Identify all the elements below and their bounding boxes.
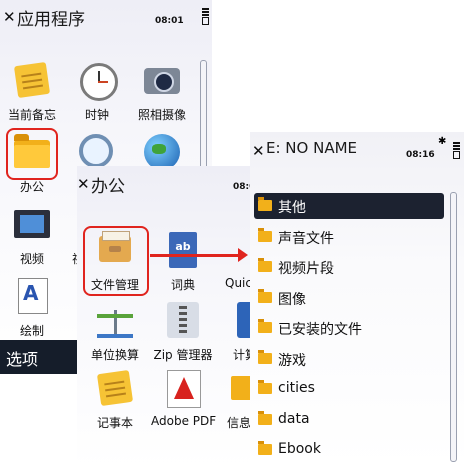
folder-icon [258, 441, 272, 455]
folder-name: 游戏 [278, 352, 306, 369]
folder-icon [258, 197, 272, 211]
folder-icon [258, 410, 272, 425]
app-tile-unit-converter[interactable]: 单位换算 [83, 300, 147, 363]
app-label: 单位换算 [90, 348, 139, 362]
app-tile-office[interactable]: 办公 [0, 132, 64, 195]
file-manager-screen: ✕ E: NO NAME 08:16 ✱ 其他声音文件视频片段图像已安装的文件游… [250, 132, 464, 468]
folder-row[interactable]: cities [254, 376, 444, 402]
folder-name: 视频片段 [278, 261, 334, 277]
unit-converter-icon [97, 306, 133, 336]
clock: 08:16 [406, 150, 435, 160]
pdf-icon [167, 370, 201, 408]
folder-icon [258, 288, 272, 303]
navigation-arrow [150, 248, 248, 262]
app-tile-clock[interactable]: 时钟 [65, 60, 129, 123]
clock: 08:01 [155, 16, 184, 26]
folder-row[interactable]: Ebook [254, 437, 444, 463]
bluetooth-icon: ✱ [438, 136, 447, 147]
folder-name: data [278, 410, 310, 427]
dictionary-icon: ab [169, 232, 197, 268]
folder-icon [258, 380, 272, 394]
folder-name: 已安装的文件 [278, 322, 362, 338]
app-tile-calculator[interactable]: 计算 [217, 300, 252, 363]
app-label: 办公 [19, 180, 44, 194]
close-icon[interactable]: ✕ [3, 8, 16, 26]
folder-row[interactable]: 其他 [254, 193, 444, 219]
app-label: 当前备忘 [7, 108, 56, 122]
app-tile-file-manager[interactable]: 文件管理 [83, 230, 147, 293]
globe-icon [144, 134, 180, 170]
app-label: 文件管理 [90, 278, 139, 292]
notepad-icon [96, 369, 134, 407]
app-tile-camera[interactable]: 照相摄像 [130, 60, 194, 123]
folder-name: Ebook [278, 441, 321, 457]
page-title: E: NO NAME [266, 139, 357, 157]
app-label: Zip 管理器 [153, 348, 213, 362]
folder-row[interactable]: 视频片段 [254, 254, 444, 280]
page-title: 办公 [91, 177, 125, 197]
camera-icon [144, 68, 180, 94]
app-label: 照相摄像 [137, 108, 186, 122]
app-label: 记事本 [96, 416, 133, 430]
app-label: Adobe PDF [151, 414, 217, 428]
scrollbar[interactable] [450, 192, 457, 462]
folder-icon [258, 319, 272, 333]
close-icon[interactable]: ✕ [77, 175, 90, 193]
folder-row[interactable]: data [254, 407, 444, 433]
folder-row[interactable]: 图像 [254, 285, 444, 311]
folder-name: 图像 [278, 291, 306, 308]
app-tile-notepad[interactable]: 记事本 [83, 368, 147, 431]
app-label: 绘制 [19, 324, 44, 338]
folder-row[interactable]: 游戏 [254, 346, 444, 372]
app-tile-adobe-pdf[interactable]: Adobe PDF [151, 368, 217, 428]
memo-icon [13, 61, 51, 99]
folder-icon [14, 134, 50, 168]
folder-name: 其他 [278, 200, 306, 216]
folder-icon [258, 227, 272, 242]
app-label: 时钟 [84, 108, 109, 122]
paint-icon [18, 278, 48, 314]
app-tile-memo[interactable]: 当前备忘 [0, 60, 64, 123]
search-icon [79, 134, 113, 168]
options-softkey[interactable]: 选项 [6, 346, 38, 370]
folder-row[interactable]: 声音文件 [254, 224, 444, 250]
folder-name: cities [278, 380, 315, 396]
app-tile-partial[interactable]: 视 [40, 204, 84, 267]
app-tile-dictionary[interactable]: ab 词典 [151, 230, 215, 293]
battery-icon [453, 142, 460, 159]
folder-name: 声音文件 [278, 230, 334, 247]
folder-row[interactable]: 已安装的文件 [254, 315, 444, 341]
close-icon[interactable]: ✕ [252, 142, 265, 160]
app-label: Quick [225, 276, 252, 290]
message-icon [231, 376, 252, 400]
battery-icon [202, 8, 209, 25]
zip-icon [167, 302, 199, 338]
app-tile-zip-manager[interactable]: Zip 管理器 [151, 300, 215, 363]
folder-icon [258, 349, 272, 364]
app-label: 信息 [227, 416, 252, 430]
page-title: 应用程序 [17, 10, 85, 30]
folder-icon [258, 258, 272, 272]
app-tile-draw[interactable]: 绘制 [0, 276, 64, 339]
app-label: 词典 [170, 278, 195, 292]
office-screen: ✕ 办公 08:0 文件管理 ab 词典 Quick 单位换算 Zip 管理器 … [77, 166, 252, 468]
file-manager-icon [99, 231, 131, 262]
clock-icon [80, 63, 118, 101]
title-bar: ✕ 应用程序 08:01 [0, 0, 212, 34]
app-tile-messaging[interactable]: 信息 [217, 368, 252, 431]
